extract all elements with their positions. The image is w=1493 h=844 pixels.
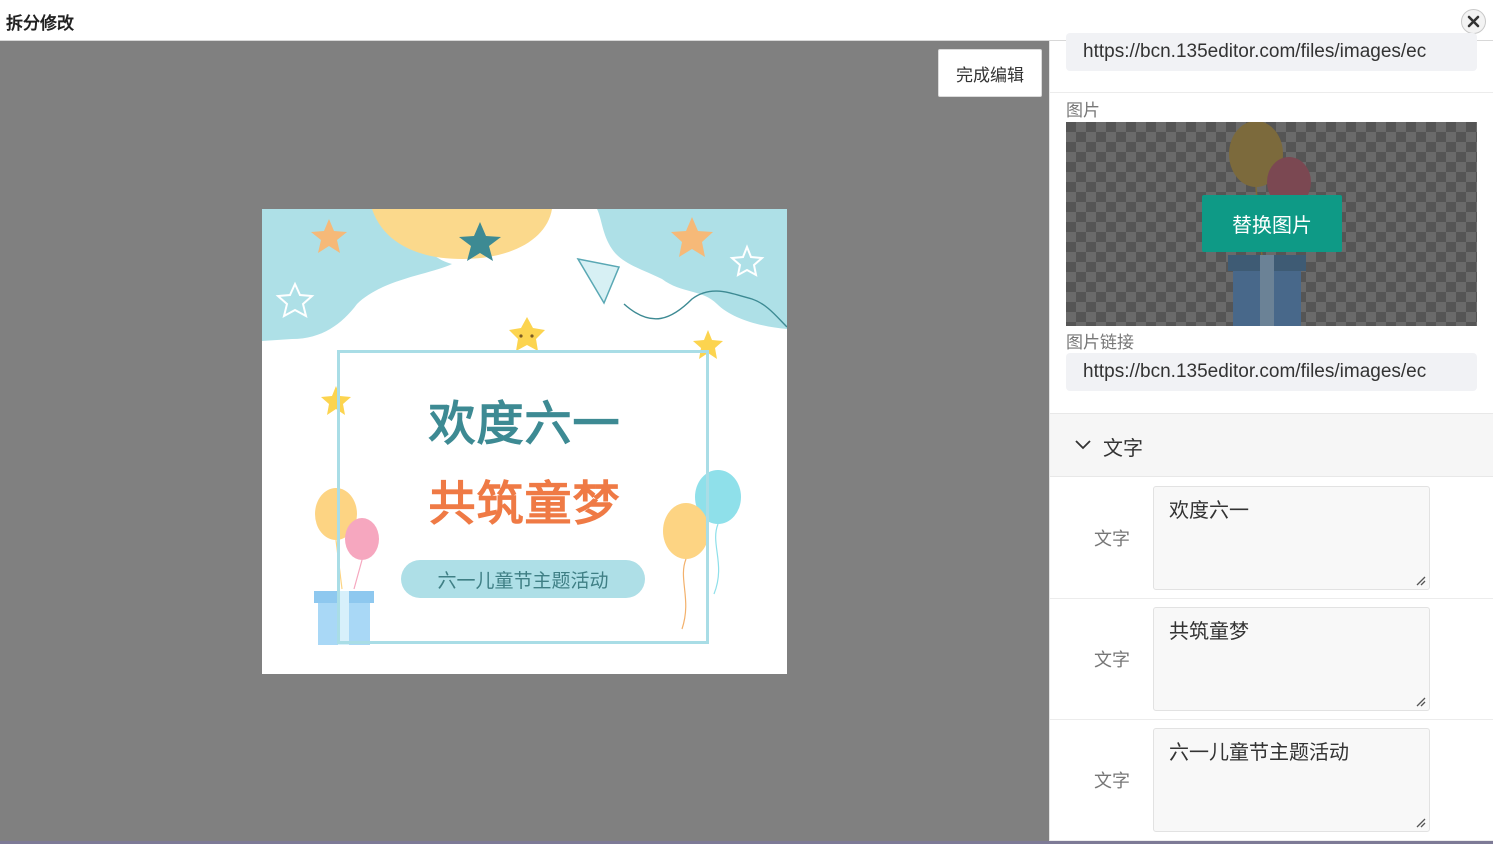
text-field-label: 文字 [1094, 529, 1130, 550]
image-label: 图片 [1066, 101, 1100, 121]
text-field-input[interactable]: 欢度六一 [1153, 486, 1430, 590]
properties-panel: https://bcn.135editor.com/files/images/e… [1049, 33, 1493, 844]
text-field-input[interactable]: 共筑童梦 [1153, 607, 1430, 711]
chevron-down-icon [1075, 440, 1091, 450]
text-section-toggle[interactable]: 文字 [1050, 413, 1493, 477]
text-field-row: 文字 共筑童梦 [1050, 599, 1493, 720]
text-field-value: 六一儿童节主题活动 [1169, 740, 1349, 764]
close-button[interactable] [1461, 9, 1486, 34]
text-field-label: 文字 [1094, 771, 1130, 792]
poster-subtitle: 六一儿童节主题活动 [437, 569, 609, 592]
text-section-label: 文字 [1103, 436, 1143, 460]
image-link-label: 图片链接 [1066, 333, 1134, 353]
image-link-field[interactable]: https://bcn.135editor.com/files/images/e… [1066, 353, 1477, 391]
resize-grip-icon[interactable] [1416, 576, 1426, 586]
resize-grip-icon[interactable] [1416, 818, 1426, 828]
dialog-title: 拆分修改 [6, 14, 74, 34]
panel-divider [1050, 92, 1493, 93]
close-icon [1467, 15, 1480, 28]
poster-subtitle-pill[interactable]: 六一儿童节主题活动 [401, 560, 645, 598]
image-preview: 替换图片 [1066, 122, 1477, 326]
poster-title-line1[interactable]: 欢度六一 [262, 385, 787, 454]
replace-image-button[interactable]: 替换图片 [1202, 195, 1342, 252]
resize-grip-icon[interactable] [1416, 697, 1426, 707]
text-field-value: 欢度六一 [1169, 498, 1249, 522]
top-url-field[interactable]: https://bcn.135editor.com/files/images/e… [1066, 33, 1477, 71]
poster-preview: 欢度六一 共筑童梦 六一儿童节主题活动 [262, 209, 787, 674]
poster-title-line2[interactable]: 共筑童梦 [262, 465, 787, 534]
text-field-row: 文字 欢度六一 [1050, 478, 1493, 599]
text-field-value: 共筑童梦 [1169, 619, 1249, 643]
done-editing-button[interactable]: 完成编辑 [938, 49, 1042, 97]
text-field-label: 文字 [1094, 650, 1130, 671]
text-field-input[interactable]: 六一儿童节主题活动 [1153, 728, 1430, 832]
text-field-row: 文字 六一儿童节主题活动 [1050, 720, 1493, 841]
